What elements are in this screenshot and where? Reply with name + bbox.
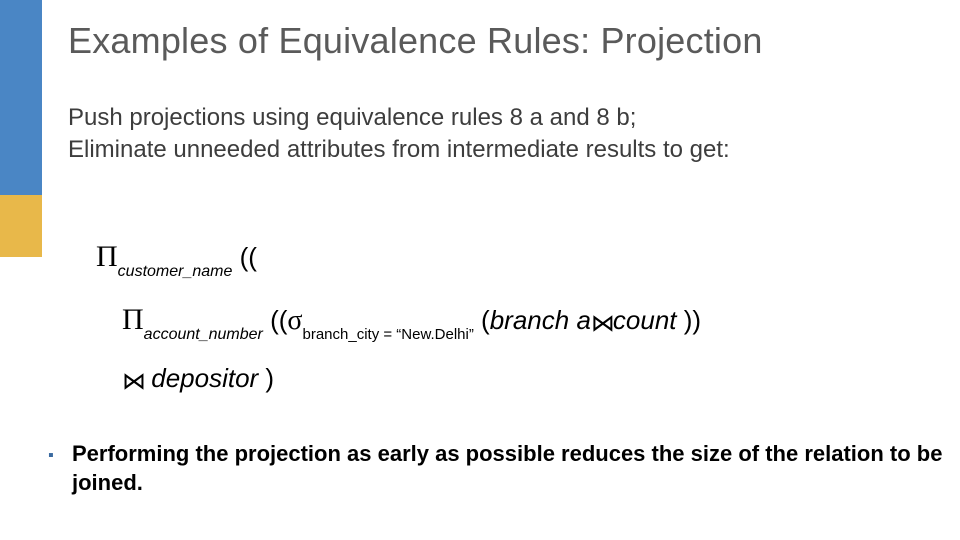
- sidebar-accent-blue: [0, 0, 42, 195]
- open-paren-2: ((: [263, 305, 288, 335]
- join-icon: ⋈: [122, 360, 144, 406]
- expr-line-1: Πcustomer_name ((: [96, 228, 701, 285]
- pi1-subscript: customer_name: [118, 263, 233, 280]
- open-rel: (: [474, 305, 490, 335]
- sigma-symbol: σ: [287, 305, 302, 336]
- open-paren-1: ((: [232, 242, 257, 272]
- bullet-point: ▪ Performing the projection as early as …: [50, 440, 960, 497]
- relation-branch: branch: [490, 305, 570, 335]
- pi-symbol: Π: [122, 303, 144, 336]
- intro-line-1: Push projections using equivalence rules…: [68, 102, 920, 134]
- sigma-subscript: branch_city = “New.Delhi”: [303, 326, 474, 343]
- square-bullet-icon: ▪: [48, 446, 54, 467]
- pi2-subscript: account_number: [144, 326, 263, 343]
- sidebar-accent-yellow: [0, 195, 42, 257]
- expr-line-2: Πaccount_number ((σbranch_city = “New.De…: [122, 291, 701, 348]
- close-paren-2: )): [677, 305, 702, 335]
- relation-account-pre: a: [576, 305, 590, 335]
- join-icon: ⋈: [591, 302, 613, 348]
- relational-expression: Πcustomer_name (( Πaccount_number ((σbra…: [96, 228, 701, 410]
- pi-symbol: Π: [96, 240, 118, 273]
- close-paren-1: ): [258, 363, 274, 393]
- intro-line-2: Eliminate unneeded attributes from inter…: [68, 134, 920, 166]
- slide: Examples of Equivalence Rules: Projectio…: [0, 0, 960, 540]
- relation-depositor: depositor: [151, 363, 258, 393]
- slide-title: Examples of Equivalence Rules: Projectio…: [68, 20, 763, 62]
- slide-body: Push projections using equivalence rules…: [68, 102, 920, 167]
- bullet-text: Performing the projection as early as po…: [72, 441, 942, 495]
- expr-line-3: ⋈ depositor ): [122, 354, 701, 404]
- relation-account-post: count: [613, 305, 677, 335]
